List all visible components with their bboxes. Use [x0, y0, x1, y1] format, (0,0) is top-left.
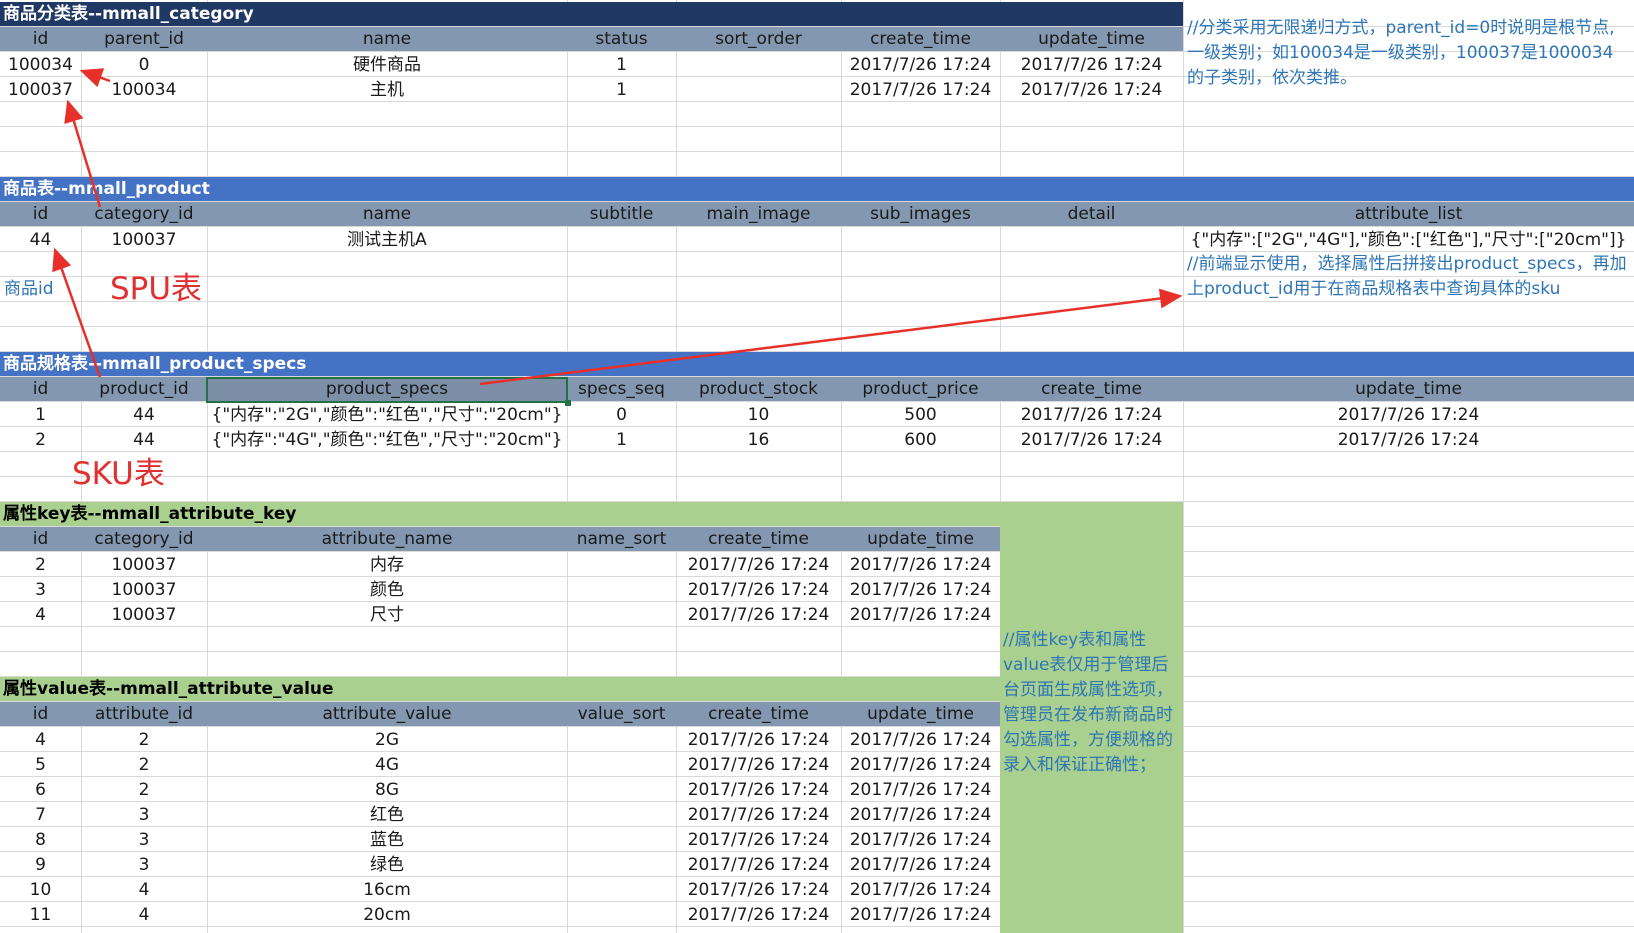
arrow-specs-to-note [479, 288, 1183, 386]
relationship-arrows [52, 68, 1183, 386]
arrow-parent-to-category [79, 68, 111, 88]
arrow-specs-product-to-product [52, 247, 102, 378]
arrow-product-category-to-category [64, 99, 102, 208]
spreadsheet: 商品分类表--mmall_category id parent_id name … [0, 0, 1634, 933]
